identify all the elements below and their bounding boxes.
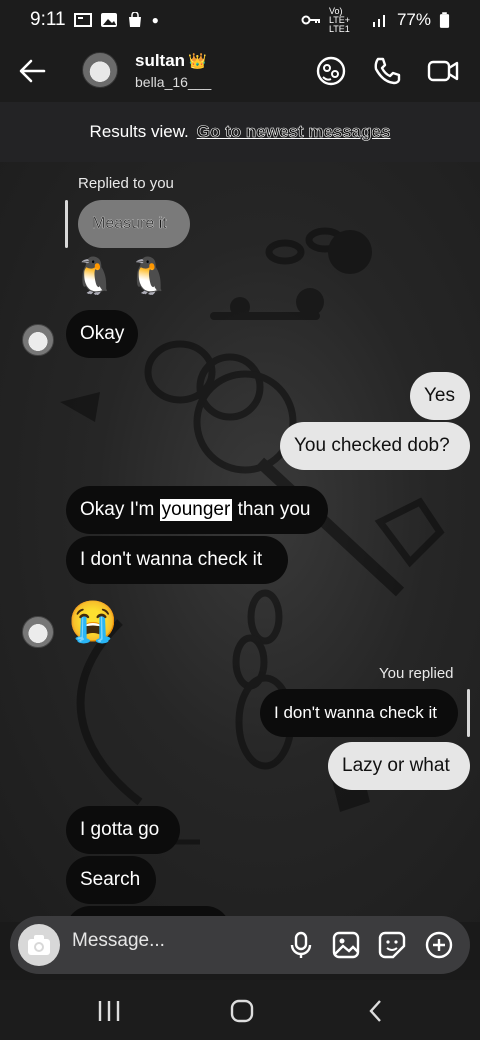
received-message[interactable]: I don't wanna check it [66,536,288,584]
network-label: Vo) LTE+ LTE1 [328,5,351,34]
sender-avatar[interactable] [22,324,54,356]
gallery-icon[interactable] [331,930,361,960]
quoted-message[interactable]: Measure it [78,200,190,248]
message-text: You checked dob? [294,435,450,456]
go-to-newest-link[interactable]: Go to newest messages [196,122,390,142]
message-text: Lazy or what [342,755,450,776]
quoted-message-text: Measure it [92,215,167,232]
phone-icon[interactable] [371,55,403,87]
crown-badge-icon: 👑 [188,53,207,70]
plus-circle-icon[interactable] [424,930,454,960]
microphone-icon[interactable] [286,930,316,960]
sent-message[interactable]: Lazy or what [328,742,470,790]
message-input[interactable]: Message... [72,930,165,952]
sticker-effect-icon[interactable] [315,55,347,87]
replied-to-you-label: Replied to you [78,175,174,192]
contact-handle: bella_16___ [135,74,212,90]
image-notification-icon [100,13,117,27]
contact-name: sultan [135,51,186,70]
crying-emoji-message[interactable]: 😭 [68,602,118,642]
you-replied-label: You replied [379,665,454,682]
video-call-icon[interactable] [427,55,459,87]
status-time: 9:11 [30,9,66,30]
sent-message[interactable]: Yes [410,372,470,420]
message-text: Okay [80,323,125,344]
penguin-emoji-message[interactable]: 🐧 🐧 [72,258,172,294]
quoted-message-text: I don't wanna check it [274,703,437,722]
back-nav-icon[interactable] [362,998,392,1024]
received-message[interactable]: I gotta go [66,806,180,854]
sent-message[interactable]: You checked dob? [280,422,470,470]
message-text: Yes [424,385,455,406]
search-results-bar: Results view. Go to newest messages [0,102,480,162]
quoted-message[interactable]: I don't wanna check it [260,689,458,737]
signal-icon [372,15,385,27]
back-arrow-icon[interactable] [16,54,50,88]
battery-icon [439,11,450,28]
battery-percent: 77% [396,10,431,29]
sender-avatar[interactable] [22,616,54,648]
reply-indicator-line [467,689,470,737]
search-highlight: younger [159,499,233,521]
gallery-notification-icon [73,13,92,27]
recent-apps-icon[interactable] [94,998,124,1024]
sticker-icon[interactable] [377,930,407,960]
contact-avatar[interactable] [82,52,118,88]
message-thread[interactable]: Replied to you Measure it 🐧 🐧 Okay Yes Y… [0,162,480,922]
contact-info[interactable]: sultan 👑 bella_16___ [135,51,211,90]
status-bar: 9:11 ● Vo) LTE+ LTE1 77% [0,0,480,40]
chat-header: sultan 👑 bella_16___ [0,40,480,102]
message-text: than you [232,499,311,520]
key-icon [301,15,320,25]
home-icon[interactable] [227,998,257,1024]
message-text: I gotta go [80,819,160,840]
camera-button[interactable] [18,924,60,966]
message-text: Search [80,869,141,890]
message-text: I don't wanna check it [80,549,263,570]
received-message[interactable]: Okay [66,310,138,358]
system-nav-bar [0,980,480,1040]
reply-indicator-line [65,200,68,248]
shopping-bag-icon [128,12,141,27]
camera-icon [28,935,50,955]
results-label: Results view. [89,122,189,141]
received-message[interactable]: Okay I'm younger than you [66,486,328,534]
message-composer: Message... [10,916,470,974]
dot-icon: ● [151,13,159,27]
message-text: Okay I'm [80,499,160,520]
received-message[interactable]: Search [66,856,156,904]
